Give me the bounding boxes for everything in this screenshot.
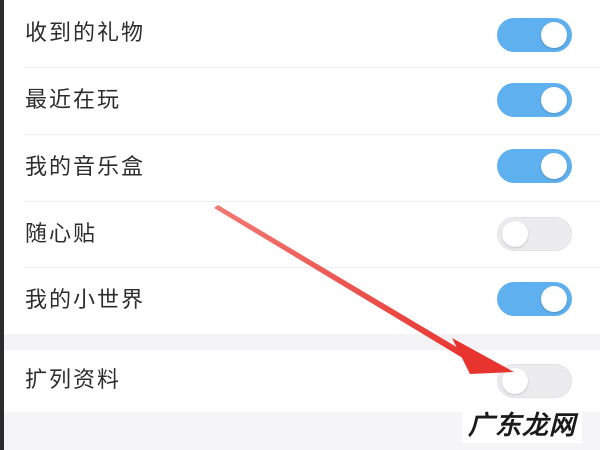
music-box-toggle[interactable]	[497, 149, 572, 183]
sticky-notes-toggle[interactable]	[497, 217, 572, 251]
recently-played-toggle[interactable]	[497, 83, 572, 117]
section-separator	[0, 334, 600, 350]
window-edge	[0, 0, 4, 450]
received-gifts-toggle[interactable]	[497, 18, 572, 52]
settings-row-label: 我的小世界	[25, 288, 146, 313]
toggle-knob	[502, 368, 528, 394]
toggle-knob	[541, 153, 567, 179]
watermark-text: 广东龙网	[462, 409, 583, 443]
settings-row-music-box[interactable]: 我的音乐盒	[0, 135, 600, 201]
settings-row-label: 收到的礼物	[25, 21, 146, 46]
settings-row-received-gifts[interactable]: 收到的礼物	[0, 1, 600, 67]
settings-row-recently-played[interactable]: 最近在玩	[0, 68, 600, 134]
settings-row-label: 随心贴	[25, 222, 98, 247]
settings-row-sticky-notes[interactable]: 随心贴	[0, 202, 600, 268]
settings-row-extended-profile[interactable]: 扩列资料	[0, 350, 600, 412]
toggle-knob	[541, 22, 567, 48]
toggle-knob	[502, 221, 528, 247]
privacy-settings-screen: 收到的礼物 最近在玩 我的音乐盒 随心贴 我的小世界 扩列资料 广东龙网	[0, 0, 600, 450]
small-world-toggle[interactable]	[497, 282, 572, 316]
settings-list: 收到的礼物 最近在玩 我的音乐盒 随心贴 我的小世界 扩列资料	[0, 0, 600, 450]
settings-row-label: 扩列资料	[25, 368, 122, 393]
settings-row-small-world[interactable]: 我的小世界	[0, 268, 600, 334]
toggle-knob	[541, 87, 567, 113]
toggle-knob	[541, 286, 567, 312]
extended-profile-toggle[interactable]	[497, 364, 572, 398]
settings-row-label: 我的音乐盒	[25, 155, 146, 180]
settings-row-label: 最近在玩	[25, 88, 122, 113]
